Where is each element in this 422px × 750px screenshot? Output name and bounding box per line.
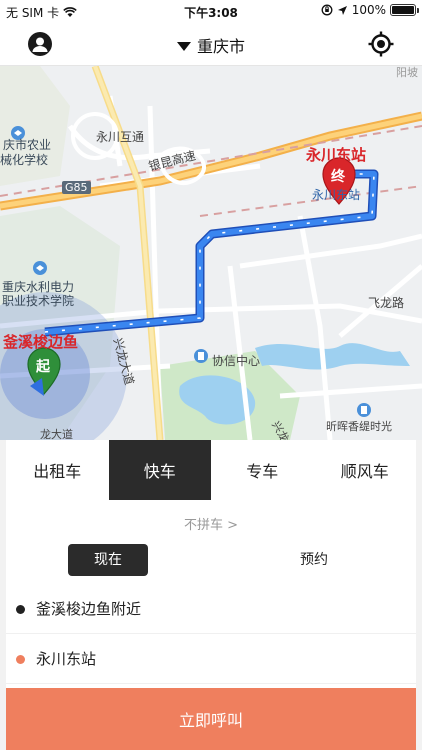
locate-button[interactable] <box>368 31 394 57</box>
map-label-top-right: 阳坡 <box>396 66 418 79</box>
map-label-road-fragment-2: 龙大道 <box>40 428 73 440</box>
tab-express[interactable]: 快车 <box>108 440 211 500</box>
battery-percent: 100% <box>351 3 386 17</box>
pickup-dot-icon <box>16 605 25 614</box>
map-label-college-mid-2: 职业技术学院 <box>2 294 75 308</box>
tab-taxi[interactable]: 出租车 <box>6 440 109 500</box>
dropdown-triangle-icon <box>176 42 191 51</box>
nav-bar: 重庆市 <box>0 22 422 66</box>
poi-building-icon-1 <box>194 349 208 363</box>
destination-text: 永川东站 <box>36 650 97 668</box>
map-label-feilong-road: 飞龙路 <box>368 296 405 310</box>
map-label-xiexin-center: 协信中心 <box>212 354 261 368</box>
map-label-end-place: 永川东站 <box>306 146 367 164</box>
location-arrow-icon <box>337 5 347 15</box>
ride-panel: 出租车 快车 专车 顺风车 不拼车 > 现在 预约 釜溪梭边鱼附近 永川东站 立… <box>6 440 416 750</box>
now-button[interactable]: 现在 <box>68 544 148 576</box>
map-river <box>255 343 410 370</box>
map-canvas <box>0 66 422 440</box>
destination-row[interactable]: 永川东站 <box>6 634 416 684</box>
city-selector[interactable]: 重庆市 <box>0 33 422 57</box>
map-label-college-top-2: 械化学校 <box>0 153 49 167</box>
ride-type-tabs: 出租车 快车 专车 顺风车 <box>6 440 416 500</box>
tab-premier[interactable]: 专车 <box>211 440 314 500</box>
call-now-button[interactable]: 立即呼叫 <box>6 688 416 750</box>
map-label-yongchuan-east-small: 永川东站 <box>312 188 361 202</box>
map-greenbelt-top <box>0 66 70 186</box>
pickup-row[interactable]: 釜溪梭边鱼附近 <box>6 584 416 634</box>
status-bar: 无 SIM 卡 下午3:08 100% <box>0 0 422 22</box>
map-label-xinhui-hotel: 昕晖香缇时光 <box>326 420 392 433</box>
end-marker-label: 终 <box>331 169 345 185</box>
railway-line-2 <box>199 185 422 217</box>
status-right: 100% <box>321 3 419 17</box>
carpool-option[interactable]: 不拼车 > <box>6 514 416 533</box>
time-toggle: 现在 预约 <box>6 544 416 584</box>
battery-icon <box>390 4 419 16</box>
pickup-text: 釜溪梭边鱼附近 <box>36 600 142 618</box>
orientation-lock-icon <box>321 4 333 16</box>
poi-school-icon-2 <box>33 261 47 275</box>
map-label-start-place: 釜溪梭边鱼 <box>3 333 79 351</box>
map-label-g85: G85 <box>62 181 91 194</box>
start-marker-label: 起 <box>36 359 50 375</box>
map-label-interchange: 永川互通 <box>96 130 145 144</box>
reserve-button[interactable]: 预约 <box>274 544 354 576</box>
destination-dot-icon <box>16 655 25 664</box>
route-map[interactable]: 永川互通 银昆高速 G85 庆市农业 械化学校 重庆水利电力 职业技术学院 兴龙… <box>0 66 422 440</box>
poi-building-icon-2 <box>357 403 371 417</box>
battery-fill <box>392 6 414 14</box>
city-name: 重庆市 <box>196 37 245 56</box>
tab-hitch[interactable]: 顺风车 <box>314 440 417 500</box>
